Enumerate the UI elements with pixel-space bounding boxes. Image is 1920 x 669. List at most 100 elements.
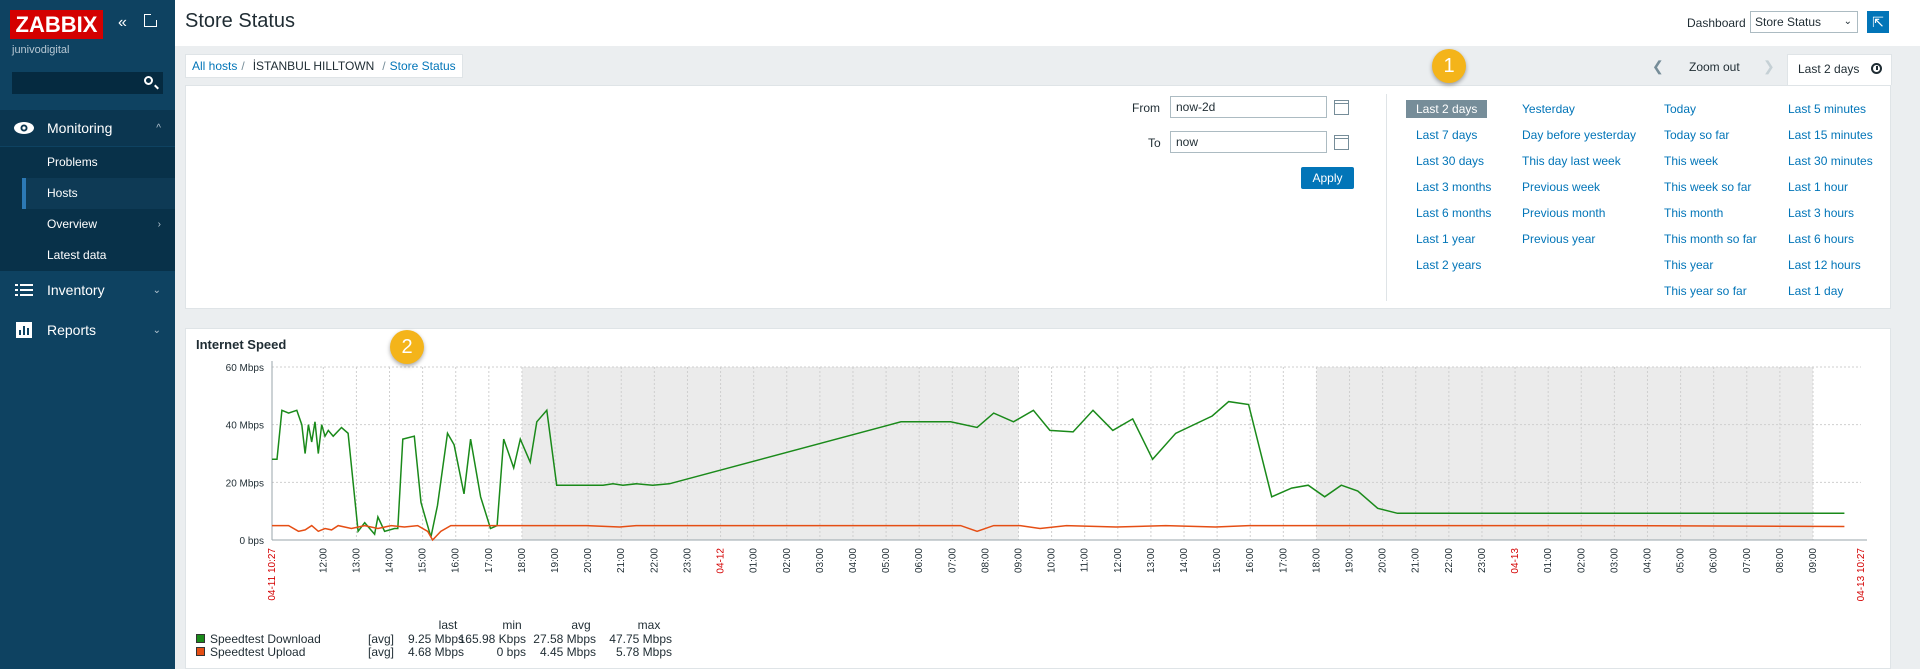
nav-monitoring[interactable]: Monitoring ^ xyxy=(0,110,175,146)
organization-name: junivodigital xyxy=(12,44,70,56)
to-label: To xyxy=(1148,136,1161,150)
quick-period-this-week[interactable]: This week xyxy=(1664,154,1718,168)
quick-period-last-3-hours[interactable]: Last 3 hours xyxy=(1788,206,1854,220)
quick-period-this-day-last-week[interactable]: This day last week xyxy=(1522,154,1621,168)
quick-period-last-15-minutes[interactable]: Last 15 minutes xyxy=(1788,128,1873,142)
breadcrumb-dashboard[interactable]: Store Status xyxy=(390,59,456,73)
x-tick-label: 18:00 xyxy=(517,548,528,573)
legend-header-avg: avg xyxy=(571,618,591,632)
legend-header-min: min xyxy=(502,618,522,632)
nav-monitoring-label: Monitoring xyxy=(47,120,113,136)
legend-max: 47.75 Mbps xyxy=(609,632,672,646)
quick-period-last-7-days[interactable]: Last 7 days xyxy=(1416,128,1477,142)
x-tick-label: 05:00 xyxy=(881,548,892,573)
quick-period-yesterday[interactable]: Yesterday xyxy=(1522,102,1575,116)
submenu-problems[interactable]: Problems xyxy=(22,147,175,178)
breadcrumb-host: İSTANBUL HILLTOWN xyxy=(252,59,375,73)
quick-period-last-2-years[interactable]: Last 2 years xyxy=(1416,258,1481,272)
crumb-bar: All hosts / İSTANBUL HILLTOWN / Store St… xyxy=(185,54,1892,85)
quick-period-last-1-hour[interactable]: Last 1 hour xyxy=(1788,180,1848,194)
quick-period-previous-month[interactable]: Previous month xyxy=(1522,206,1605,220)
x-tick-label: 18:00 xyxy=(1311,548,1322,573)
y-tick-label: 0 bps xyxy=(240,536,264,547)
quick-period-last-3-months[interactable]: Last 3 months xyxy=(1416,180,1491,194)
x-tick-label: 09:00 xyxy=(1013,548,1024,573)
x-tick-label: 09:00 xyxy=(1808,548,1819,573)
x-tick-label: 14:00 xyxy=(385,548,396,573)
quick-period-previous-year[interactable]: Previous year xyxy=(1522,232,1595,246)
x-tick-label: 19:00 xyxy=(1345,548,1356,573)
y-tick-label: 60 Mbps xyxy=(226,363,264,374)
dashboard-select[interactable]: Store Status ⌄ xyxy=(1750,11,1858,33)
dashboard-label: Dashboard xyxy=(1687,16,1746,30)
quick-period-today-so-far[interactable]: Today so far xyxy=(1664,128,1729,142)
search-icon[interactable] xyxy=(144,76,153,85)
breadcrumb-separator: / xyxy=(241,59,245,73)
clock-icon[interactable] xyxy=(1871,63,1882,74)
legend-series-name: Speedtest Upload xyxy=(210,645,306,659)
quick-period-last-1-year[interactable]: Last 1 year xyxy=(1416,232,1475,246)
nav-inventory[interactable]: Inventory ⌄ xyxy=(0,272,175,308)
sidebar-search-input[interactable] xyxy=(12,72,163,94)
x-tick-label: 19:00 xyxy=(550,548,561,573)
quick-period-last-12-hours[interactable]: Last 12 hours xyxy=(1788,258,1861,272)
legend-swatch xyxy=(196,647,205,656)
to-input[interactable]: now xyxy=(1170,131,1327,153)
quick-period-day-before-yesterday[interactable]: Day before yesterday xyxy=(1522,128,1636,142)
quick-period-this-year-so-far[interactable]: This year so far xyxy=(1664,284,1747,298)
x-tick-label: 08:00 xyxy=(1775,548,1786,573)
x-tick-label: 04:00 xyxy=(1642,548,1653,573)
quick-period-this-month-so-far[interactable]: This month so far xyxy=(1664,232,1757,246)
x-tick-label: 12:00 xyxy=(318,548,329,573)
fullscreen-icon[interactable]: ⇱ xyxy=(1867,11,1889,33)
x-tick-label: 04:00 xyxy=(848,548,859,573)
apply-button[interactable]: Apply xyxy=(1301,167,1354,189)
quick-period-last-30-minutes[interactable]: Last 30 minutes xyxy=(1788,154,1873,168)
time-forward-button[interactable]: ❯ xyxy=(1763,58,1775,75)
quick-period-last-6-hours[interactable]: Last 6 hours xyxy=(1788,232,1854,246)
y-tick-label: 20 Mbps xyxy=(226,478,264,489)
bar-chart-icon xyxy=(13,322,35,338)
page-title: Store Status xyxy=(185,10,296,32)
kiosk-mode-icon[interactable] xyxy=(144,14,157,27)
submenu-hosts[interactable]: Hosts xyxy=(22,178,175,209)
x-tick-label: 03:00 xyxy=(815,548,826,573)
quick-period-this-year[interactable]: This year xyxy=(1664,258,1713,272)
x-tick-label: 02:00 xyxy=(782,548,793,573)
quick-period-last-30-days[interactable]: Last 30 days xyxy=(1416,154,1484,168)
legend-header-last: last xyxy=(438,618,458,632)
x-tick-label: 07:00 xyxy=(1742,548,1753,573)
x-end-label: 04-13 10:27 xyxy=(1856,548,1867,602)
calendar-icon[interactable] xyxy=(1334,135,1349,150)
zabbix-logo[interactable]: ZABBIX xyxy=(10,10,103,39)
quick-period-last-5-minutes[interactable]: Last 5 minutes xyxy=(1788,102,1866,116)
x-tick-label: 10:00 xyxy=(1047,548,1058,573)
x-tick-label: 04-13 xyxy=(1510,548,1521,574)
collapse-sidebar-icon[interactable]: « xyxy=(118,14,127,32)
quick-period-last-6-months[interactable]: Last 6 months xyxy=(1416,206,1491,220)
time-back-button[interactable]: ❮ xyxy=(1652,58,1664,75)
x-tick-label: 16:00 xyxy=(1245,548,1256,573)
quick-period-last-1-day[interactable]: Last 1 day xyxy=(1788,284,1843,298)
x-tick-label: 04-12 xyxy=(716,548,727,574)
breadcrumb: All hosts / İSTANBUL HILLTOWN / Store St… xyxy=(185,54,463,78)
annotation-badge-1: 1 xyxy=(1432,49,1466,83)
zoom-out-button[interactable]: Zoom out xyxy=(1689,60,1740,74)
calendar-icon[interactable] xyxy=(1334,100,1349,115)
quick-period-this-week-so-far[interactable]: This week so far xyxy=(1664,180,1751,194)
dashboard-select-value: Store Status xyxy=(1755,15,1822,29)
nav-reports[interactable]: Reports ⌄ xyxy=(0,312,175,348)
breadcrumb-all-hosts[interactable]: All hosts xyxy=(192,59,237,73)
quick-period-this-month[interactable]: This month xyxy=(1664,206,1723,220)
x-tick-label: 20:00 xyxy=(1378,548,1389,573)
x-tick-label: 16:00 xyxy=(451,548,462,573)
from-input[interactable]: now-2d xyxy=(1170,96,1327,118)
submenu-overview[interactable]: Overview › xyxy=(22,209,175,240)
legend-min: 0 bps xyxy=(496,645,526,659)
quick-period-today[interactable]: Today xyxy=(1664,102,1696,116)
graph-widget: Internet Speed 0 bps 20 Mbps 40 Mbps 60 Mbp… xyxy=(185,328,1891,669)
x-tick-label: 23:00 xyxy=(682,548,693,573)
quick-period-previous-week[interactable]: Previous week xyxy=(1522,180,1600,194)
quick-period-last-2-days[interactable]: Last 2 days xyxy=(1406,100,1488,118)
submenu-latest-data[interactable]: Latest data xyxy=(22,240,175,271)
